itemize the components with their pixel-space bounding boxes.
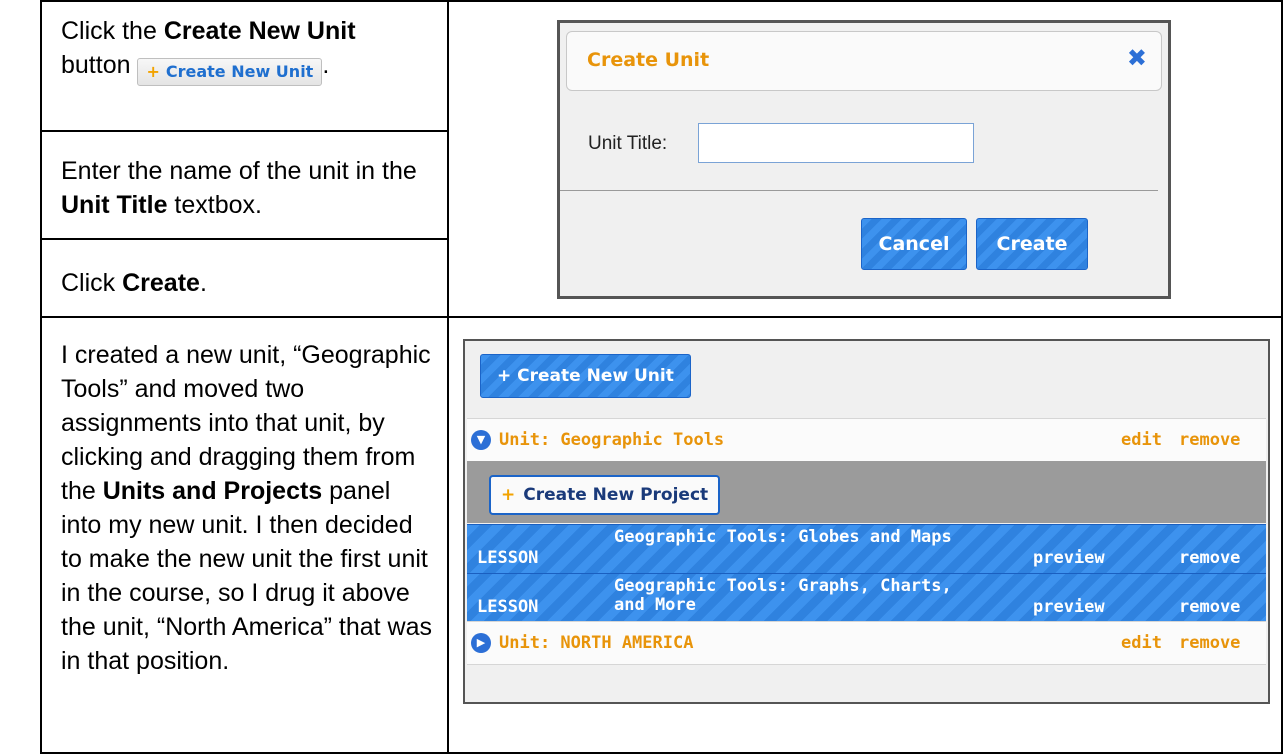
lesson-preview-link[interactable]: preview [1033,548,1105,568]
unit-title: Unit: NORTH AMERICA [499,633,694,653]
create-button[interactable]: Create [976,218,1088,270]
step-3-text: Click Create. [61,269,207,297]
unit-title-label: Unit Title: [588,133,668,154]
lesson-remove-link[interactable]: remove [1179,548,1240,568]
step-2-cell: Enter the name of the unit in the Unit T… [40,130,449,240]
unit-title-input[interactable] [698,123,974,163]
expand-icon[interactable]: ▶ [471,633,491,653]
lesson-preview-link[interactable]: preview [1033,597,1105,617]
create-new-unit-button-image: + Create New Unit [137,58,323,86]
plus-icon: + [501,485,516,505]
unit-edit-link[interactable]: edit [1121,419,1162,461]
create-new-project-button[interactable]: + Create New Project [489,475,721,515]
step-3-cell: Click Create. [40,238,449,318]
unit-remove-link[interactable]: remove [1179,622,1240,664]
create-unit-dialog: Create Unit ✖ Unit Title: Cancel Create [557,20,1171,299]
cancel-button[interactable]: Cancel [861,218,967,270]
unit-remove-link[interactable]: remove [1179,419,1240,461]
dialog-divider [560,190,1158,191]
close-icon[interactable]: ✖ [1127,44,1147,72]
collapse-icon[interactable]: ▼ [471,430,491,450]
unit-title: Unit: Geographic Tools [499,430,725,450]
lesson-type: LESSON [477,597,539,617]
unit-edit-link[interactable]: edit [1121,622,1162,664]
lesson-type: LESSON [477,548,539,568]
project-toolbar: + Create New Project [467,461,1266,523]
unit-row-geographic-tools[interactable]: ▼ Unit: Geographic Tools edit remove [467,418,1266,462]
lesson-row[interactable]: LESSON Geographic Tools: Graphs, Charts,… [467,573,1266,623]
step-1-cell: Click the Create New Unit button + Create… [40,0,449,132]
dialog-header: Create Unit ✖ [566,31,1162,91]
lesson-row[interactable]: LESSON Geographic Tools: Globes and Maps… [467,524,1266,574]
step-4-text: I created a new unit, “Geographic Tools”… [61,341,432,675]
step-4-cell: I created a new unit, “Geographic Tools”… [40,316,449,754]
lesson-name: Geographic Tools: Graphs, Charts, and Mo… [614,576,952,615]
lesson-remove-link[interactable]: remove [1179,597,1240,617]
create-new-unit-button[interactable]: + Create New Unit [480,354,691,398]
step-1-text: Click the Create New Unit button + Create… [42,2,447,86]
step-2-text: Enter the name of the unit in the Unit T… [61,157,417,219]
create-new-project-label: Create New Project [523,485,709,505]
course-units-panel: + Create New Unit ▼ Unit: Geographic Too… [463,339,1270,704]
dialog-title: Create Unit [587,49,710,71]
unit-row-north-america[interactable]: ▶ Unit: NORTH AMERICA edit remove [467,621,1266,665]
lesson-name: Geographic Tools: Globes and Maps [614,527,952,547]
